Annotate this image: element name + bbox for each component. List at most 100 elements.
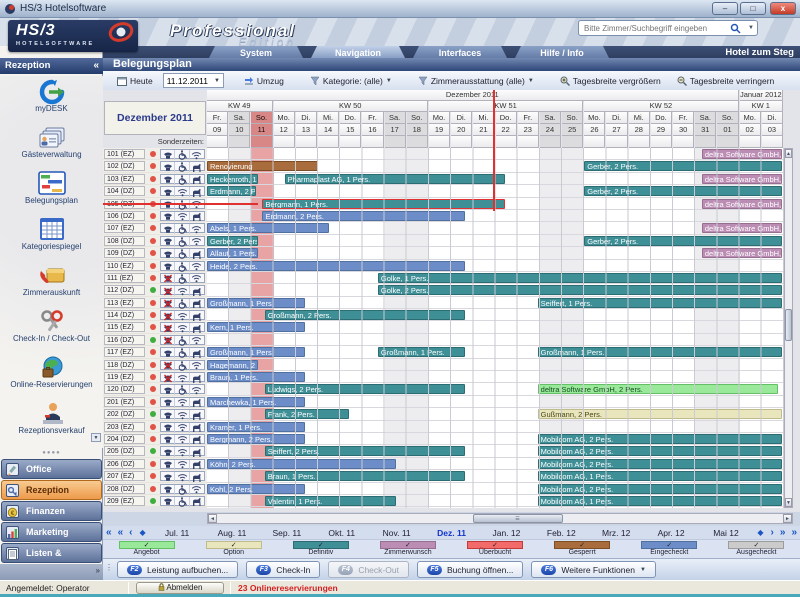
nav-first-icon[interactable]: « (103, 527, 115, 539)
month-link-nov-11[interactable]: Nov. 11 (369, 528, 424, 538)
reservation-bar-eingecheckt[interactable]: Allaut, 1 Pers. (207, 248, 258, 258)
sidebar-item-rezeptionsverkauf[interactable]: Rezeptionsverkauf▼ (0, 398, 103, 444)
reservation-bar-eingecheckt[interactable]: Abels, 1 Pers. (207, 223, 329, 233)
reservation-bar-definitiv[interactable]: Gerber, 2 Pers. (584, 236, 782, 246)
sidebar-item-g-steverwaltung[interactable]: Gästeverwaltung (0, 122, 103, 168)
abmelden-button[interactable]: Abmelden (136, 582, 224, 594)
room-number[interactable]: 103 (EZ) (104, 174, 145, 184)
room-number[interactable]: 101 (EZ) (104, 149, 145, 159)
date-picker[interactable]: 11.12.2011▼ (163, 73, 224, 88)
reservation-bar-definitiv[interactable]: Seiffert, 1 Pers. (538, 298, 782, 308)
reservation-bar-eingecheckt[interactable]: Kern, 1 Pers. (207, 322, 305, 332)
room-number[interactable]: 107 (EZ) (104, 223, 145, 233)
vertical-scroll-thumb[interactable] (785, 309, 792, 341)
maximize-button[interactable]: □ (740, 2, 766, 15)
reservation-bar-definitiv[interactable]: Valentin, 1 Pers. (265, 496, 396, 506)
reservation-bar-eingecheckt[interactable]: Erdmann, 2 Pers. (262, 211, 464, 221)
legend-swatch[interactable]: ✓ (380, 541, 436, 549)
reservation-bar-zimmerwunsch[interactable]: deltra Software GmbH, 1 Pers. (702, 174, 782, 184)
room-number[interactable]: 119 (EZ) (104, 372, 145, 382)
room-number[interactable]: 205 (DZ) (104, 446, 145, 456)
reservation-bar-eingecheckt[interactable]: Köhn, 2 Pers. (207, 459, 396, 469)
reservation-bar-eingecheckt[interactable]: Großmann, 1 Pers. (207, 347, 305, 357)
buchung-ffnen-button[interactable]: F5Buchung öffnen... (417, 561, 523, 578)
reservation-bar-zimmerwunsch[interactable]: deltra Software GmbH, 1 Pers. (702, 199, 782, 209)
month-link-jan-12[interactable]: Jan. 12 (479, 528, 534, 538)
buttonbar-grip[interactable]: ⋮ (105, 563, 113, 572)
sidebar-splitter[interactable]: ●●●● (0, 450, 103, 456)
reservation-bar-definitiv[interactable]: Gerber, 2 Pers. (207, 236, 258, 246)
room-number[interactable]: 208 (DZ) (104, 484, 145, 494)
room-number[interactable]: 114 (DZ) (104, 310, 145, 320)
room-number[interactable]: 113 (EZ) (104, 298, 145, 308)
month-link-sep-11[interactable]: Sep. 11 (259, 528, 314, 538)
month-link-mai-12[interactable]: Mai 12 (699, 528, 754, 538)
reservation-bar-angebot[interactable]: deltra Software GmbH, 2 Pers. (538, 384, 778, 394)
room-number[interactable]: 106 (DZ) (104, 211, 145, 221)
room-number[interactable]: 120 (DZ) (104, 384, 145, 394)
sidebar-item-check-in-check-out[interactable]: Check-In / Check-Out (0, 306, 103, 352)
nav-fast-back-icon[interactable]: « (115, 527, 127, 539)
room-number[interactable]: 108 (DZ) (104, 236, 145, 246)
reservation-bar-eingecheckt[interactable]: Großmann, 1 Pers. (207, 298, 305, 308)
nav-forward-icon[interactable]: › (768, 527, 777, 539)
nav-button-marketing[interactable]: Marketing (1, 522, 102, 542)
sidebar-item-mydesk[interactable]: myDESK (0, 76, 103, 122)
nav-button-listen-statistiken[interactable]: Listen & Statistiken (1, 543, 102, 563)
reservation-bar-definitiv[interactable]: Mobilcom AG, 2 Pers. (538, 459, 782, 469)
room-number[interactable]: 110 (EZ) (104, 261, 145, 271)
month-link-apr-12[interactable]: Apr. 12 (644, 528, 699, 538)
nav-button-rezeption[interactable]: Rezeption (1, 480, 102, 500)
month-link-mrz-12[interactable]: Mrz. 12 (589, 528, 644, 538)
room-number[interactable]: 204 (DZ) (104, 434, 145, 444)
nav-button-finanzen[interactable]: €Finanzen (1, 501, 102, 521)
reservation-bar-definitiv[interactable]: Erdmann, 2 Pers. (207, 186, 256, 196)
search-dropdown-icon[interactable]: ▼ (748, 25, 754, 31)
scroll-down-icon[interactable]: ▼ (785, 498, 792, 507)
reservation-bar-definitiv[interactable]: Mobilcom AG, 2 Pers. (538, 434, 782, 444)
reservation-bar-eingecheckt[interactable]: Kramer, 1 Pers. (207, 422, 305, 432)
tagesbreite-verringern-button[interactable]: Tagesbreite verringern (671, 73, 781, 89)
umzug-button[interactable]: Umzug (238, 73, 290, 89)
heute-button[interactable]: Heute (111, 73, 159, 89)
reservation-bar-gesperrt[interactable]: Renovierung (207, 161, 318, 171)
reservation-bar-definitiv[interactable]: Gerber, 2 Pers. (584, 186, 782, 196)
room-number[interactable]: 209 (EZ) (104, 496, 145, 506)
minimize-button[interactable]: – (712, 2, 738, 15)
reservation-bar-definitiv[interactable]: Pharmaplast AG, 1 Pers. (285, 174, 505, 184)
reservation-bar-definitiv[interactable]: Großmann, 1 Pers. (538, 347, 782, 357)
room-number[interactable]: 206 (DZ) (104, 459, 145, 469)
tagesbreite-vergroessern-button[interactable]: Tagesbreite vergrößern (554, 73, 667, 89)
room-number[interactable]: 104 (DZ) (104, 186, 145, 196)
month-link-okt-11[interactable]: Okt. 11 (314, 528, 369, 538)
reservation-bar-definitiv[interactable]: Mobilcom AG, 2 Pers. (538, 484, 782, 494)
reservation-bar-definitiv[interactable]: Großmann, 1 Pers. (378, 347, 465, 357)
room-number[interactable]: 111 (EZ) (104, 273, 145, 283)
room-number[interactable]: 118 (DZ) (104, 360, 145, 370)
legend-swatch[interactable]: ✓ (728, 541, 784, 549)
sidebar-item-zimmerauskunft[interactable]: Zimmerauskunft (0, 260, 103, 306)
legend-swatch[interactable]: ✓ (467, 541, 523, 549)
room-number[interactable]: 203 (EZ) (104, 422, 145, 432)
reservation-bar-eingecheckt[interactable]: Heide, 2 Pers. (207, 261, 465, 271)
room-number[interactable]: 112 (DZ) (104, 285, 145, 295)
reservation-bar-definitiv[interactable]: Bergmann, 1 Pers. (262, 199, 504, 209)
nav-fast-forward-icon[interactable]: » (777, 527, 789, 539)
reservation-bar-definitiv[interactable]: Braun, 1 Pers. (265, 471, 465, 481)
reservation-bar-eingecheckt[interactable]: Marchewka, 1 Pers. (207, 397, 305, 407)
nav-back-icon[interactable]: ‹ (126, 527, 135, 539)
configure-buttons-icon[interactable]: » (96, 566, 100, 575)
weitere-funktionen-button[interactable]: F6Weitere Funktionen▼ (531, 561, 656, 578)
reservation-bar-option[interactable]: Gußmann, 2 Pers. (538, 409, 782, 419)
nav-last-icon[interactable]: » (788, 527, 800, 539)
scroll-right-icon[interactable]: ► (783, 514, 792, 523)
reservation-bar-definitiv[interactable]: Heckenroth, 1 P... (207, 174, 258, 184)
reservation-bar-definitiv[interactable]: Mobilcom AG, 2 Pers. (538, 446, 782, 456)
nav-right-marker-icon[interactable]: ◆ (753, 528, 767, 537)
room-number[interactable]: 201 (EZ) (104, 397, 145, 407)
reservation-bar-eingecheckt[interactable]: Braun, 1 Pers. (207, 372, 305, 382)
scroll-up-icon[interactable]: ▲ (785, 149, 792, 158)
leistung-aufbuchen-button[interactable]: F2Leistung aufbuchen... (117, 561, 238, 578)
month-link-dez-11[interactable]: Dez. 11 (424, 528, 479, 538)
reservation-bar-definitiv[interactable]: Seiffert, 2 Pers. (265, 446, 465, 456)
